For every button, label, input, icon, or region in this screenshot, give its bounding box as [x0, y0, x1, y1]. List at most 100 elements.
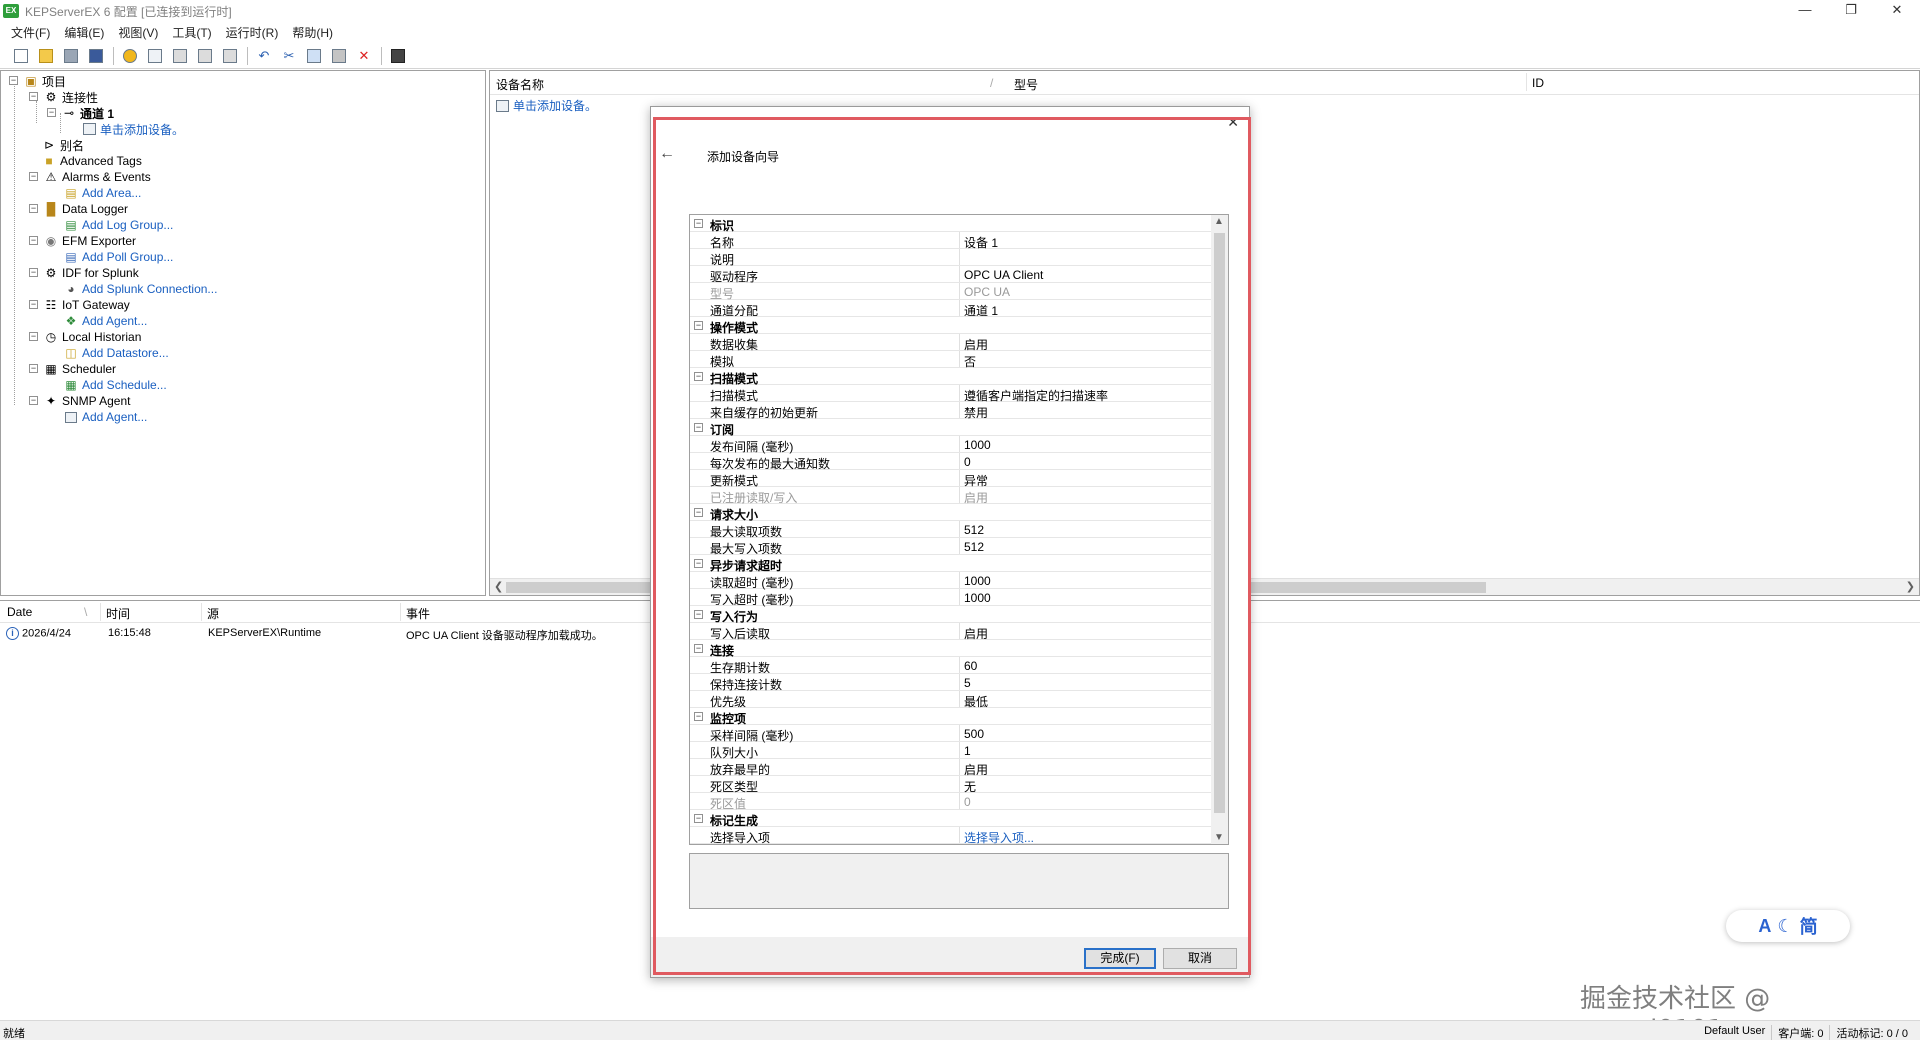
tree-item-alarms-events[interactable]: − ⚠ Alarms & Events	[29, 169, 151, 185]
property-value[interactable]: 512	[964, 540, 984, 554]
property-category[interactable]: − 操作模式	[690, 317, 1212, 335]
open-folder-icon[interactable]	[35, 45, 57, 67]
tree-item-add-poll-group[interactable]: ▤ Add Poll Group...	[63, 249, 173, 265]
collapse-icon[interactable]: −	[29, 204, 38, 213]
property-row[interactable]: 写入超时 (毫秒) 1000	[690, 589, 1212, 607]
save-icon[interactable]	[60, 45, 82, 67]
scroll-left-icon[interactable]: ❮	[494, 580, 503, 593]
collapse-icon[interactable]: −	[694, 712, 703, 721]
property-category[interactable]: − 异步请求超时	[690, 555, 1212, 573]
cancel-button[interactable]: 取消	[1163, 948, 1237, 969]
tree-item-snmp-agent[interactable]: − ✦ SNMP Agent	[29, 393, 130, 409]
property-row[interactable]: 写入后读取 启用	[690, 623, 1212, 641]
collapse-icon[interactable]: −	[694, 321, 703, 330]
column-date[interactable]: Date	[7, 605, 32, 619]
property-value[interactable]: OPC UA Client	[964, 268, 1043, 282]
property-row[interactable]: 死区值 0	[690, 793, 1212, 811]
tree-item-efm-exporter[interactable]: − ◉ EFM Exporter	[29, 233, 136, 249]
property-row[interactable]: 队列大小 1	[690, 742, 1212, 760]
tree-item-add-agent-iot[interactable]: ❖ Add Agent...	[63, 313, 148, 329]
property-row[interactable]: 驱动程序 OPC UA Client	[690, 266, 1212, 284]
property-row[interactable]: 发布间隔 (毫秒) 1000	[690, 436, 1212, 454]
collapse-icon[interactable]: −	[9, 76, 18, 85]
property-row[interactable]: 来自缓存的初始更新 禁用	[690, 402, 1212, 420]
property-category[interactable]: − 监控项	[690, 708, 1212, 726]
property-row[interactable]: 采样间隔 (毫秒) 500	[690, 725, 1212, 743]
paste-icon[interactable]	[328, 45, 350, 67]
tree-item-channel-1[interactable]: − ⊸ 通道 1	[47, 105, 114, 121]
tree-item-add-splunk-connection[interactable]: ◕ Add Splunk Connection...	[63, 281, 217, 297]
property-row[interactable]: 模拟否	[690, 351, 1212, 369]
menu-tools[interactable]: 工具(T)	[165, 24, 218, 41]
property-category[interactable]: − 请求大小	[690, 504, 1212, 522]
collapse-icon[interactable]: −	[29, 268, 38, 277]
tree-item-advanced-tags[interactable]: ■ Advanced Tags	[41, 153, 141, 169]
property-row[interactable]: 已注册读取/写入 启用	[690, 487, 1212, 505]
new-channel-icon[interactable]	[119, 45, 141, 67]
collapse-icon[interactable]: −	[694, 423, 703, 432]
tree-item-add-log-group[interactable]: ▤ Add Log Group...	[63, 217, 173, 233]
list-add-device[interactable]: 单击添加设备。	[494, 97, 597, 114]
collapse-icon[interactable]: −	[29, 332, 38, 341]
collapse-icon[interactable]: −	[29, 396, 38, 405]
property-category[interactable]: − 连接	[690, 640, 1212, 658]
cut-icon[interactable]: ✂	[278, 45, 300, 67]
back-arrow-icon[interactable]: ←	[659, 145, 675, 163]
column-source[interactable]: 源	[207, 605, 219, 622]
collapse-icon[interactable]: −	[47, 108, 56, 117]
restore-icon[interactable]: ❐	[1828, 0, 1874, 22]
tree-item-alias[interactable]: ⊳ 别名	[41, 137, 84, 153]
column-model[interactable]: 型号	[1014, 76, 1038, 93]
tree-item-connectivity[interactable]: − ⚙ 连接性	[29, 89, 98, 105]
property-row[interactable]: 名称 设备 1	[690, 232, 1212, 250]
property-value[interactable]: 5	[964, 676, 971, 690]
collapse-icon[interactable]: −	[694, 814, 703, 823]
scroll-up-icon[interactable]: ▲	[1214, 216, 1224, 227]
property-category[interactable]: − 订阅	[690, 419, 1212, 437]
tree-item-idf-splunk[interactable]: − ⚙ IDF for Splunk	[29, 265, 139, 281]
collapse-icon[interactable]: −	[29, 92, 38, 101]
new-device-icon[interactable]	[144, 45, 166, 67]
property-row[interactable]: 放弃最早的 启用	[690, 759, 1212, 777]
collapse-icon[interactable]: −	[694, 219, 703, 228]
scroll-right-icon[interactable]: ❯	[1906, 580, 1915, 593]
property-value[interactable]: 1000	[964, 574, 991, 588]
collapse-icon[interactable]: −	[29, 236, 38, 245]
property-value[interactable]: 500	[964, 727, 984, 741]
property-row[interactable]: 读取超时 (毫秒) 1000	[690, 572, 1212, 590]
close-icon[interactable]: ✕	[1874, 0, 1920, 22]
property-value[interactable]: 0	[964, 455, 971, 469]
property-category[interactable]: − 扫描模式	[690, 368, 1212, 386]
property-row[interactable]: 型号 OPC UA	[690, 283, 1212, 301]
column-id[interactable]: ID	[1532, 76, 1544, 90]
menu-file[interactable]: 文件(F)	[4, 24, 57, 41]
vertical-scrollbar[interactable]: ▲ ▼	[1211, 215, 1228, 844]
property-row[interactable]: 最大写入项数 512	[690, 538, 1212, 556]
collapse-icon[interactable]: −	[694, 508, 703, 517]
bulk-tag-icon[interactable]	[219, 45, 241, 67]
tree-item-data-logger[interactable]: − █ Data Logger	[29, 201, 128, 217]
collapse-icon[interactable]: −	[29, 172, 38, 181]
property-row[interactable]: 数据收集 启用	[690, 334, 1212, 352]
tree-item-scheduler[interactable]: − ▦ Scheduler	[29, 361, 116, 377]
property-value[interactable]: 1000	[964, 438, 991, 452]
undo-icon[interactable]: ↶	[253, 45, 275, 67]
property-value[interactable]: 512	[964, 523, 984, 537]
property-row[interactable]: 每次发布的最大通知数 0	[690, 453, 1212, 471]
select-import-items-link[interactable]: 选择导入项...	[964, 829, 1034, 844]
collapse-icon[interactable]: −	[694, 372, 703, 381]
ime-indicator[interactable]: A ☾ 简	[1726, 910, 1850, 942]
property-row[interactable]: 通道分配 通道 1	[690, 300, 1212, 318]
collapse-icon[interactable]: −	[694, 610, 703, 619]
tree-item-project[interactable]: − ▣ 项目	[9, 73, 66, 89]
minimize-icon[interactable]: —	[1782, 0, 1828, 22]
scroll-thumb[interactable]	[1214, 233, 1225, 813]
tree-item-local-historian[interactable]: − ◷ Local Historian	[29, 329, 141, 345]
new-tag-group-icon[interactable]	[194, 45, 216, 67]
collapse-icon[interactable]: −	[694, 559, 703, 568]
property-row[interactable]: 保持连接计数 5	[690, 674, 1212, 692]
column-event[interactable]: 事件	[406, 605, 430, 622]
property-category[interactable]: − 标识	[690, 215, 1212, 233]
property-value[interactable]: 1000	[964, 591, 991, 605]
property-row[interactable]: 优先级 最低	[690, 691, 1212, 709]
